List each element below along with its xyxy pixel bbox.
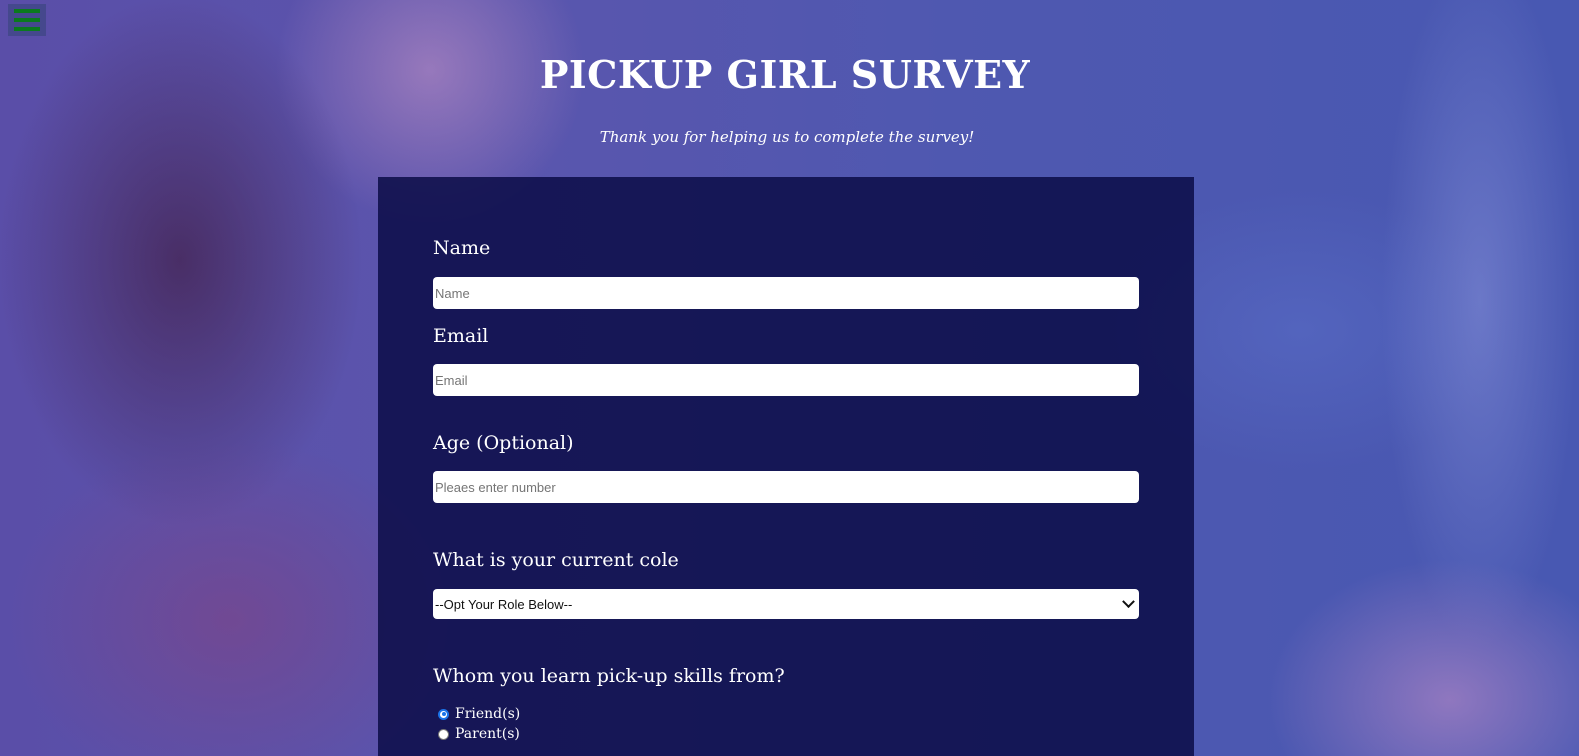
learn-source-label: Whom you learn pick-up skills from? (433, 665, 785, 687)
page-subtitle: Thank you for helping us to complete the… (599, 128, 975, 146)
name-label: Name (433, 237, 491, 259)
age-label: Age (Optional) (433, 432, 574, 454)
radio-option-parents[interactable]: Parent(s) (438, 726, 520, 742)
age-input[interactable] (433, 471, 1139, 503)
survey-form: Name Email Age (Optional) What is your c… (378, 177, 1194, 756)
radio-button[interactable] (438, 708, 449, 720)
role-select[interactable]: --Opt Your Role Below-- (433, 589, 1139, 619)
hamburger-icon-bar (14, 18, 40, 22)
email-label: Email (433, 325, 489, 347)
hamburger-icon-bar (14, 27, 40, 31)
hamburger-icon (14, 9, 40, 13)
email-input[interactable] (433, 364, 1139, 396)
hamburger-menu-button[interactable] (8, 4, 46, 36)
radio-label: Parent(s) (455, 726, 520, 742)
page-title: PICKUP GIRL SURVEY (539, 52, 1031, 97)
radio-button[interactable] (438, 728, 449, 740)
radio-label: Friend(s) (455, 706, 521, 722)
role-select-value: --Opt Your Role Below-- (435, 596, 573, 612)
name-input[interactable] (433, 277, 1139, 309)
radio-option-friends[interactable]: Friend(s) (438, 706, 520, 722)
chevron-down-icon (1122, 594, 1135, 608)
role-label: What is your current cole (433, 549, 679, 571)
